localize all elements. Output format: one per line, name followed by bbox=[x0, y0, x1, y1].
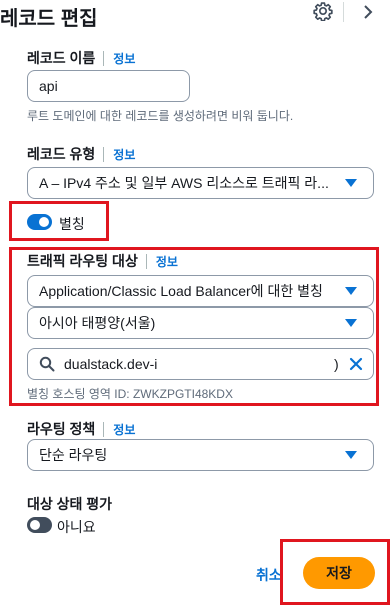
caret-down-icon bbox=[345, 287, 357, 295]
caret-down-icon bbox=[345, 319, 357, 327]
routing-policy-info-link[interactable]: 정보 bbox=[113, 421, 135, 438]
routing-policy-select[interactable]: 단순 라우팅 bbox=[27, 439, 374, 471]
traffic-target-info-link[interactable]: 정보 bbox=[156, 253, 178, 270]
chevron-right-icon[interactable] bbox=[361, 2, 375, 22]
label-separator bbox=[103, 421, 105, 437]
close-icon[interactable] bbox=[349, 357, 363, 371]
page-header: 레코드 편집 bbox=[0, 0, 392, 30]
endpoint-value: Application/Classic Load Balancer에 대한 별칭 bbox=[39, 283, 323, 299]
toggle-knob bbox=[39, 217, 49, 227]
load-balancer-search-input[interactable]: dualstack.dev-i ) bbox=[27, 348, 374, 380]
record-name-hint: 루트 도메인에 대한 레코드를 생성하려면 비워 둡니다. bbox=[27, 109, 294, 123]
gear-icon[interactable] bbox=[313, 1, 333, 21]
caret-down-icon bbox=[345, 451, 357, 459]
search-icon bbox=[39, 356, 55, 372]
cancel-button[interactable]: 취소 bbox=[256, 565, 282, 585]
load-balancer-search-suffix: ) bbox=[334, 356, 339, 372]
traffic-target-label: 트래픽 라우팅 대상 bbox=[27, 253, 138, 269]
label-separator bbox=[103, 146, 105, 162]
routing-policy-value: 단순 라우팅 bbox=[39, 447, 108, 463]
record-name-label-row: 레코드 이름 정보 bbox=[27, 48, 135, 68]
record-name-value: api bbox=[39, 78, 58, 94]
page-title: 레코드 편집 bbox=[0, 8, 98, 30]
record-type-label-row: 레코드 유형 정보 bbox=[27, 144, 135, 164]
hosted-zone-id-text: 별칭 호스팅 영역 ID: ZWKZPGTI48KDX bbox=[27, 387, 233, 401]
region-select[interactable]: 아시아 태평양(서울) bbox=[27, 307, 374, 339]
label-separator bbox=[145, 253, 147, 269]
record-name-label: 레코드 이름 bbox=[27, 50, 96, 66]
region-value: 아시아 태평양(서울) bbox=[39, 315, 156, 331]
toggle-knob bbox=[30, 520, 40, 530]
caret-down-icon bbox=[345, 179, 357, 187]
health-check-toggle[interactable] bbox=[27, 517, 52, 533]
record-type-select[interactable]: A – IPv4 주소 및 일부 AWS 리소스로 트래픽 라... bbox=[27, 167, 374, 199]
endpoint-select[interactable]: Application/Classic Load Balancer에 대한 별칭 bbox=[27, 275, 374, 307]
record-type-label: 레코드 유형 bbox=[27, 146, 96, 162]
label-separator bbox=[103, 50, 105, 66]
save-button[interactable]: 저장 bbox=[303, 557, 375, 589]
record-name-input[interactable]: api bbox=[27, 70, 190, 102]
traffic-target-label-row: 트래픽 라우팅 대상 정보 bbox=[27, 251, 178, 271]
health-check-toggle-label: 아니요 bbox=[57, 519, 96, 535]
alias-label: 별칭 bbox=[59, 216, 85, 232]
routing-policy-label-row: 라우팅 정책 정보 bbox=[27, 419, 135, 439]
load-balancer-search-value: dualstack.dev-i bbox=[64, 356, 158, 372]
record-name-info-link[interactable]: 정보 bbox=[113, 50, 135, 67]
record-type-value: A – IPv4 주소 및 일부 AWS 리소스로 트래픽 라... bbox=[39, 175, 329, 191]
header-divider bbox=[343, 2, 344, 22]
routing-policy-label: 라우팅 정책 bbox=[27, 421, 96, 437]
record-type-info-link[interactable]: 정보 bbox=[113, 146, 135, 163]
alias-toggle[interactable] bbox=[27, 214, 52, 230]
health-check-label: 대상 상태 평가 bbox=[27, 496, 113, 512]
